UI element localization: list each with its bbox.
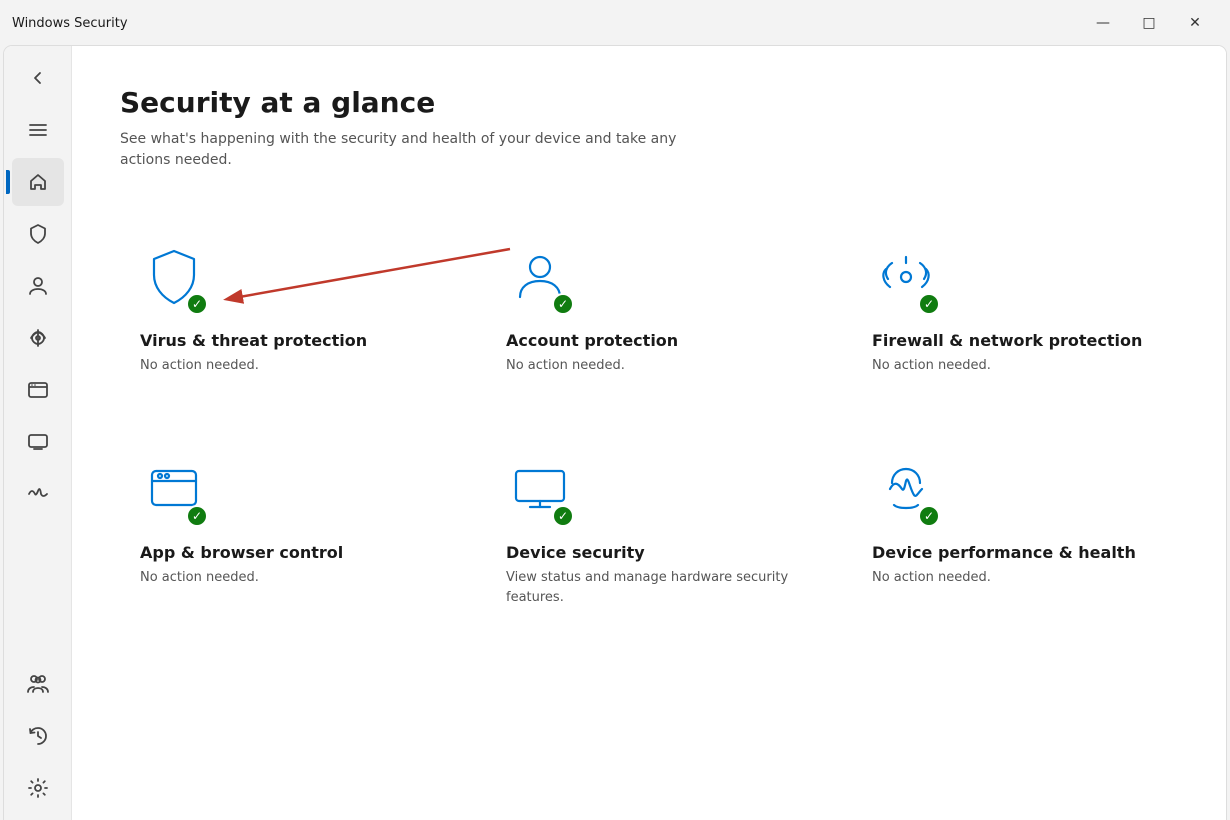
sidebar-item-shield[interactable] bbox=[12, 210, 64, 258]
card-virus-protection[interactable]: Virus & threat protection No action need… bbox=[120, 219, 446, 399]
sidebar-item-browser[interactable] bbox=[12, 366, 64, 414]
minimize-button[interactable]: — bbox=[1080, 7, 1126, 39]
card-title-browser: App & browser control bbox=[140, 543, 426, 564]
main-content: Security at a glance See what's happenin… bbox=[72, 46, 1226, 820]
card-status-device: View status and manage hardware security… bbox=[506, 568, 792, 607]
card-account-protection[interactable]: Account protection No action needed. bbox=[486, 219, 812, 399]
card-status-account: No action needed. bbox=[506, 356, 792, 376]
sidebar-item-account[interactable] bbox=[12, 262, 64, 310]
card-title-performance: Device performance & health bbox=[872, 543, 1158, 564]
firewall-check-badge bbox=[918, 293, 940, 315]
performance-check-badge bbox=[918, 505, 940, 527]
card-title-virus: Virus & threat protection bbox=[140, 331, 426, 352]
sidebar-item-firewall[interactable] bbox=[12, 314, 64, 362]
card-icon-wrap-device bbox=[506, 455, 574, 527]
sidebar-menu-button[interactable] bbox=[12, 106, 64, 154]
close-button[interactable]: ✕ bbox=[1172, 7, 1218, 39]
cards-grid-wrapper: Virus & threat protection No action need… bbox=[120, 219, 1178, 631]
sidebar bbox=[4, 46, 72, 820]
card-firewall[interactable]: Firewall & network protection No action … bbox=[852, 219, 1178, 399]
cards-grid: Virus & threat protection No action need… bbox=[120, 219, 1178, 631]
card-title-account: Account protection bbox=[506, 331, 792, 352]
titlebar-controls: — □ ✕ bbox=[1080, 7, 1218, 39]
card-title-device: Device security bbox=[506, 543, 792, 564]
card-icon-wrap-firewall bbox=[872, 243, 940, 315]
sidebar-item-device[interactable] bbox=[12, 418, 64, 466]
card-browser-control[interactable]: App & browser control No action needed. bbox=[120, 431, 446, 631]
page-title: Security at a glance bbox=[120, 86, 1178, 119]
sidebar-item-family[interactable] bbox=[12, 660, 64, 708]
sidebar-item-health[interactable] bbox=[12, 470, 64, 518]
card-icon-wrap-browser bbox=[140, 455, 208, 527]
page-subtitle: See what's happening with the security a… bbox=[120, 129, 700, 171]
app-layout: Security at a glance See what's happenin… bbox=[4, 46, 1226, 820]
sidebar-item-settings[interactable] bbox=[12, 764, 64, 812]
card-device-security[interactable]: Device security View status and manage h… bbox=[486, 431, 812, 631]
sidebar-item-history[interactable] bbox=[12, 712, 64, 760]
account-check-badge bbox=[552, 293, 574, 315]
card-status-virus: No action needed. bbox=[140, 356, 426, 376]
card-status-firewall: No action needed. bbox=[872, 356, 1158, 376]
browser-check-badge bbox=[186, 505, 208, 527]
sidebar-back-button[interactable] bbox=[12, 54, 64, 102]
virus-check-badge bbox=[186, 293, 208, 315]
device-check-badge bbox=[552, 505, 574, 527]
card-status-performance: No action needed. bbox=[872, 568, 1158, 588]
card-icon-wrap-performance bbox=[872, 455, 940, 527]
card-status-browser: No action needed. bbox=[140, 568, 426, 588]
card-icon-wrap-account bbox=[506, 243, 574, 315]
window-title: Windows Security bbox=[12, 16, 1080, 31]
titlebar: Windows Security — □ ✕ bbox=[0, 0, 1230, 46]
card-title-firewall: Firewall & network protection bbox=[872, 331, 1158, 352]
maximize-button[interactable]: □ bbox=[1126, 7, 1172, 39]
sidebar-item-home[interactable] bbox=[12, 158, 64, 206]
card-performance-health[interactable]: Device performance & health No action ne… bbox=[852, 431, 1178, 631]
card-icon-wrap-virus bbox=[140, 243, 208, 315]
